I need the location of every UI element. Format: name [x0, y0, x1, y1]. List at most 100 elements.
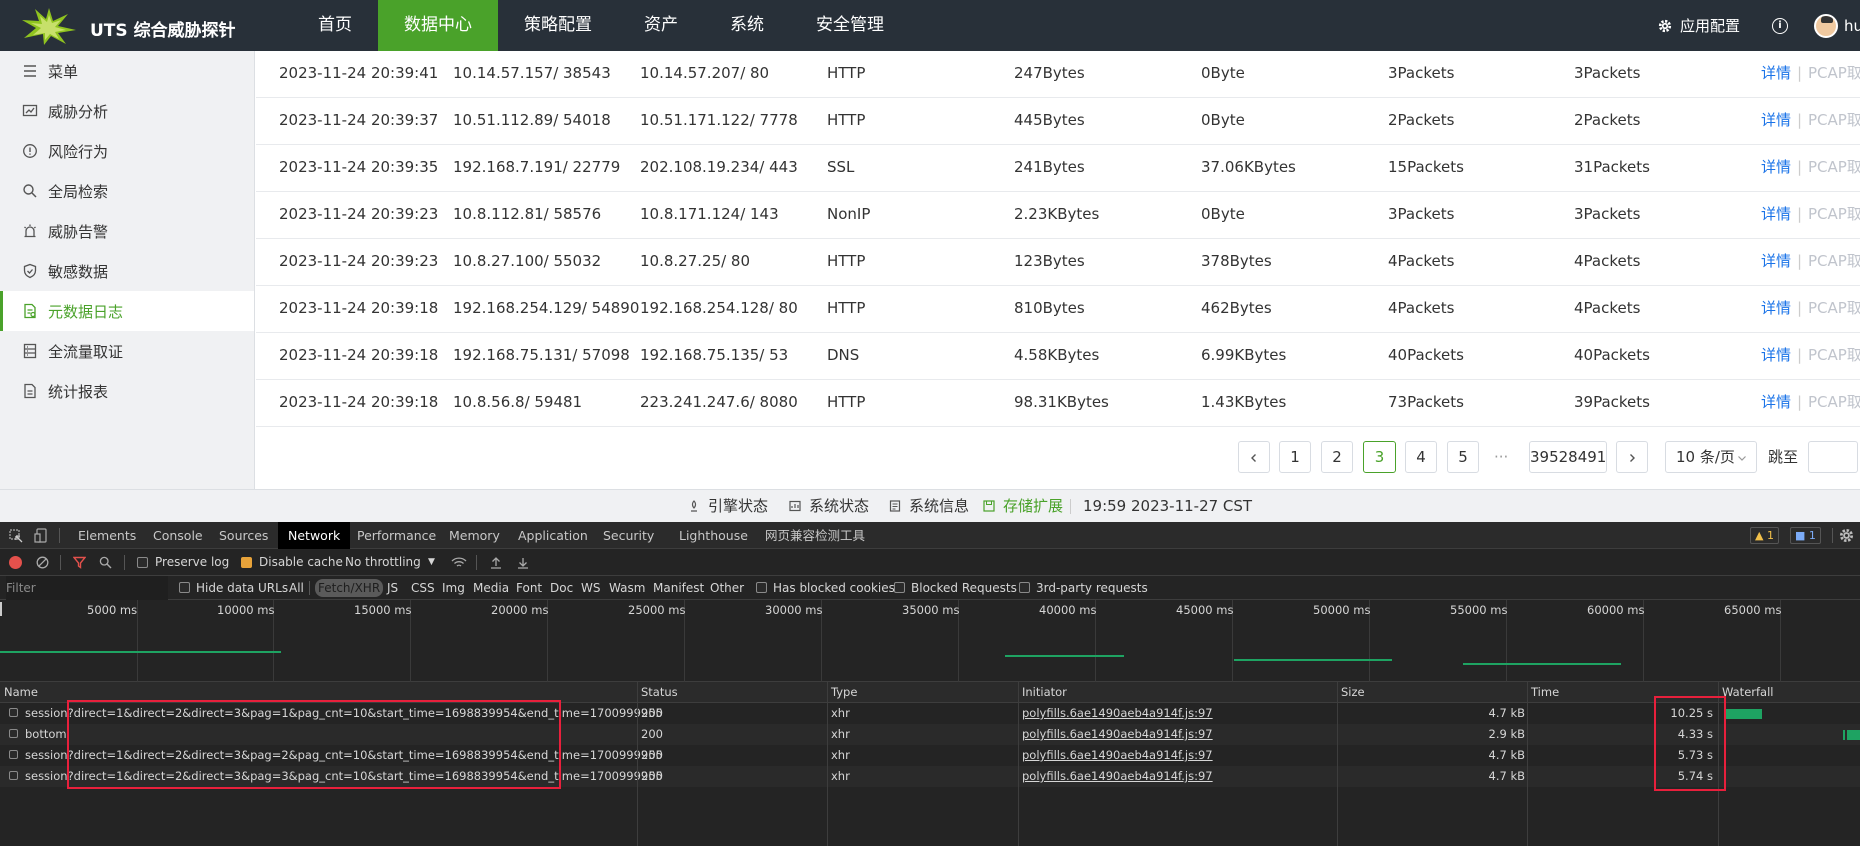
blocked-cookies-checkbox[interactable]	[756, 582, 767, 593]
type-filter-manifest[interactable]: Manifest	[653, 576, 704, 600]
last-page-button[interactable]: 39528491	[1529, 441, 1607, 473]
type-filter-media[interactable]: Media	[473, 576, 509, 600]
filter-icon[interactable]	[73, 556, 86, 569]
type-filter-js[interactable]: JS	[387, 576, 398, 600]
detail-link[interactable]: 详情	[1761, 51, 1791, 97]
prev-page-button[interactable]	[1238, 441, 1270, 473]
type-filter-fetch-xhr[interactable]: Fetch/XHR	[315, 579, 384, 597]
pcap-link[interactable]: PCAP取证	[1808, 51, 1860, 97]
sidebar-item-threat-analysis[interactable]: 威胁分析	[0, 91, 254, 131]
preserve-log-checkbox[interactable]	[137, 557, 148, 568]
pcap-link[interactable]: PCAP取证	[1808, 286, 1860, 332]
chevron-down-icon[interactable]: ▼	[428, 550, 435, 574]
pcap-link[interactable]: PCAP取证	[1808, 239, 1860, 285]
type-filter-css[interactable]: CSS	[411, 576, 435, 600]
col-status[interactable]: Status	[641, 682, 678, 703]
tab-lighthouse[interactable]: Lighthouse	[679, 522, 748, 549]
pcap-link[interactable]: PCAP取证	[1808, 98, 1860, 144]
messages-badge[interactable]: ■ 1	[1790, 527, 1821, 544]
tab-performance[interactable]: Performance	[357, 522, 436, 549]
filter-input[interactable]: Filter	[6, 576, 168, 600]
type-filter-wasm[interactable]: Wasm	[609, 576, 645, 600]
col-size[interactable]: Size	[1341, 682, 1365, 703]
username[interactable]: huyi	[1844, 17, 1860, 35]
page-button[interactable]: 2	[1321, 441, 1353, 473]
search-icon[interactable]	[99, 556, 112, 569]
nav-security[interactable]: 安全管理	[790, 0, 910, 51]
tab-security[interactable]: Security	[603, 522, 654, 549]
request-initiator-link[interactable]: polyfills.6ae1490aeb4a914f.js:97	[1022, 745, 1213, 766]
detail-link[interactable]: 详情	[1761, 333, 1791, 379]
nav-home[interactable]: 首页	[292, 0, 378, 51]
gear-icon[interactable]	[1658, 19, 1672, 33]
detail-link[interactable]: 详情	[1761, 145, 1791, 191]
tab-compat-tool[interactable]: 网页兼容检测工具	[765, 522, 865, 549]
sidebar-item-sensitive-data[interactable]: 敏感数据	[0, 251, 254, 291]
disable-cache-checkbox[interactable]	[241, 557, 252, 568]
upload-icon[interactable]	[490, 556, 502, 569]
detail-link[interactable]: 详情	[1761, 98, 1791, 144]
wifi-icon[interactable]	[451, 556, 467, 569]
sidebar-item-threat-alarm[interactable]: 威胁告警	[0, 211, 254, 251]
inspect-icon[interactable]	[9, 529, 23, 543]
pcap-link[interactable]: PCAP取证	[1808, 145, 1860, 191]
type-filter-other[interactable]: Other	[710, 576, 744, 600]
network-overview-timeline[interactable]: 5000 ms 10000 ms 15000 ms 20000 ms 25000…	[0, 600, 1860, 682]
throttling-select[interactable]: No throttling	[345, 550, 421, 574]
gear-icon[interactable]	[1839, 528, 1854, 543]
col-type[interactable]: Type	[831, 682, 857, 703]
type-filter-font[interactable]: Font	[516, 576, 542, 600]
clear-icon[interactable]	[36, 556, 49, 569]
nav-assets[interactable]: 资产	[618, 0, 704, 51]
hide-data-urls-checkbox[interactable]	[179, 582, 190, 593]
system-info[interactable]: 系统信息	[889, 490, 969, 523]
type-filter-ws[interactable]: WS	[581, 576, 600, 600]
sidebar-item-global-search[interactable]: 全局检索	[0, 171, 254, 211]
device-toggle-icon[interactable]	[34, 528, 48, 543]
download-icon[interactable]	[517, 556, 529, 569]
next-page-button[interactable]	[1616, 441, 1648, 473]
nav-data-center[interactable]: 数据中心	[378, 0, 498, 51]
pcap-link[interactable]: PCAP取证	[1808, 333, 1860, 379]
col-waterfall[interactable]: Waterfall	[1722, 682, 1773, 703]
sidebar-item-metadata-log[interactable]: 元数据日志	[0, 291, 254, 331]
tab-network[interactable]: Network	[278, 522, 351, 549]
avatar[interactable]	[1814, 13, 1839, 38]
warnings-badge[interactable]: ▲ 1	[1750, 527, 1779, 544]
detail-link[interactable]: 详情	[1761, 239, 1791, 285]
tab-application[interactable]: Application	[518, 522, 588, 549]
app-settings-link[interactable]: 应用配置	[1680, 15, 1740, 36]
detail-link[interactable]: 详情	[1761, 192, 1791, 238]
engine-status[interactable]: 引擎状态	[688, 490, 768, 523]
tab-memory[interactable]: Memory	[449, 522, 500, 549]
request-initiator-link[interactable]: polyfills.6ae1490aeb4a914f.js:97	[1022, 703, 1213, 724]
page-button[interactable]: 5	[1447, 441, 1479, 473]
type-filter-doc[interactable]: Doc	[550, 576, 573, 600]
col-initiator[interactable]: Initiator	[1022, 682, 1067, 703]
nav-system[interactable]: 系统	[704, 0, 790, 51]
type-filter-img[interactable]: Img	[442, 576, 465, 600]
blocked-requests-checkbox[interactable]	[894, 582, 905, 593]
request-initiator-link[interactable]: polyfills.6ae1490aeb4a914f.js:97	[1022, 724, 1213, 745]
request-name[interactable]: bottom	[25, 724, 67, 745]
jump-page-input[interactable]	[1808, 441, 1858, 473]
page-button[interactable]: 1	[1279, 441, 1311, 473]
record-icon[interactable]	[9, 556, 22, 569]
tab-sources[interactable]: Sources	[219, 522, 268, 549]
third-party-checkbox[interactable]	[1019, 582, 1030, 593]
detail-link[interactable]: 详情	[1761, 380, 1791, 426]
pcap-link[interactable]: PCAP取证	[1808, 380, 1860, 426]
system-status[interactable]: 系统状态	[789, 490, 869, 523]
page-ellipsis[interactable]: ···	[1494, 441, 1508, 473]
tab-console[interactable]: Console	[153, 522, 203, 549]
col-time[interactable]: Time	[1531, 682, 1559, 703]
detail-link[interactable]: 详情	[1761, 286, 1791, 332]
pcap-link[interactable]: PCAP取证	[1808, 192, 1860, 238]
sidebar-item-full-traffic[interactable]: 全流量取证	[0, 331, 254, 371]
page-button-current[interactable]: 3	[1363, 441, 1396, 473]
request-initiator-link[interactable]: polyfills.6ae1490aeb4a914f.js:97	[1022, 766, 1213, 787]
col-name[interactable]: Name	[4, 682, 38, 703]
page-button[interactable]: 4	[1405, 441, 1437, 473]
storage-expand[interactable]: 存储扩展	[983, 490, 1063, 523]
type-filter-all[interactable]: All	[289, 576, 304, 600]
